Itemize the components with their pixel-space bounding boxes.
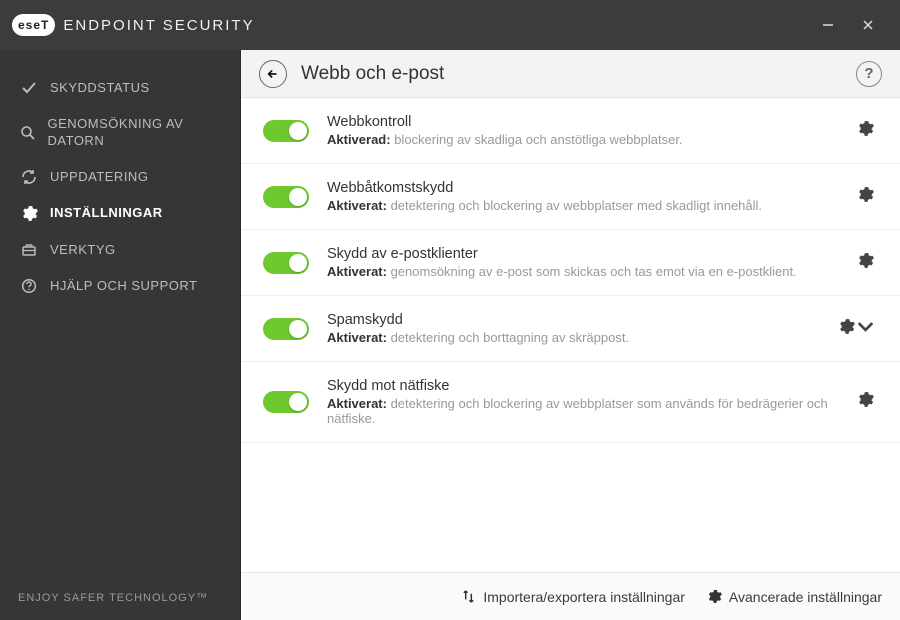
minimize-button[interactable]: [808, 10, 848, 40]
brand-badge: eseT: [12, 14, 55, 36]
sidebar-item-label: HJÄLP OCH SUPPORT: [50, 278, 197, 294]
sidebar-item-label: GENOMSÖKNING AV DATORN: [48, 116, 222, 149]
toggle-switch[interactable]: [263, 120, 309, 142]
minimize-icon: [822, 19, 834, 31]
page-title: Webb och e-post: [301, 63, 444, 85]
sidebar-item-settings[interactable]: INSTÄLLNINGAR: [0, 195, 240, 232]
sidebar-item-label: VERKTYG: [50, 242, 116, 258]
setting-row: Webbåtkomstskydd Aktiverat: detektering o…: [241, 164, 900, 230]
toggle-switch[interactable]: [263, 391, 309, 413]
setting-title: Skydd av e-postklienter: [327, 246, 835, 262]
close-icon: [862, 19, 874, 31]
sidebar-item-help[interactable]: HJÄLP OCH SUPPORT: [0, 268, 240, 304]
back-button[interactable]: [259, 60, 287, 88]
gear-icon: [18, 205, 40, 222]
setting-gear-button[interactable]: [853, 248, 878, 278]
check-icon: [18, 80, 40, 96]
setting-gear-button[interactable]: [853, 116, 878, 146]
toggle-switch[interactable]: [263, 186, 309, 208]
tagline: ENJOY SAFER TECHNOLOGY™: [0, 576, 240, 620]
setting-text: Spamskydd Aktiverat: detektering och bort…: [327, 312, 816, 345]
setting-text: Webbkontroll Aktiverad: blockering av ska…: [327, 114, 835, 147]
main: Webb och e-post ? Webbkontroll Aktiverad:…: [240, 50, 900, 620]
gear-icon: [838, 318, 855, 340]
setting-title: Skydd mot nätfiske: [327, 378, 835, 394]
setting-title: Spamskydd: [327, 312, 816, 328]
advanced-settings-link[interactable]: Avancerade inställningar: [707, 589, 882, 605]
setting-desc: Aktiverat: detektering och blockering av…: [327, 396, 835, 426]
toggle-switch[interactable]: [263, 252, 309, 274]
refresh-icon: [18, 169, 40, 185]
brand-product: ENDPOINT SECURITY: [63, 17, 254, 34]
setting-row: Skydd av e-postklienter Aktiverat: genoms…: [241, 230, 900, 296]
setting-gear-button[interactable]: [853, 182, 878, 212]
setting-desc: Aktiverat: detektering och blockering av…: [327, 198, 835, 213]
setting-text: Skydd mot nätfiske Aktiverat: detektering…: [327, 378, 835, 426]
setting-desc: Aktiverad: blockering av skadliga och an…: [327, 132, 835, 147]
setting-gear-button[interactable]: [853, 387, 878, 417]
sidebar-item-computer-scan[interactable]: GENOMSÖKNING AV DATORN: [0, 106, 240, 159]
settings-list: Webbkontroll Aktiverad: blockering av ska…: [241, 98, 900, 572]
sidebar-item-protection-status[interactable]: SKYDDSTATUS: [0, 70, 240, 106]
sidebar-item-label: INSTÄLLNINGAR: [50, 205, 163, 221]
setting-text: Skydd av e-postklienter Aktiverat: genoms…: [327, 246, 835, 279]
gear-icon: [857, 120, 874, 142]
setting-text: Webbåtkomstskydd Aktiverat: detektering o…: [327, 180, 835, 213]
setting-gear-button[interactable]: [834, 314, 878, 344]
help-icon: [18, 278, 40, 294]
nav: SKYDDSTATUS GENOMSÖKNING AV DATORN UPPDA…: [0, 50, 240, 576]
gear-icon: [707, 589, 722, 604]
setting-title: Webbkontroll: [327, 114, 835, 130]
setting-desc: Aktiverat: genomsökning av e-post som sk…: [327, 264, 835, 279]
import-export-link[interactable]: Importera/exportera inställningar: [461, 589, 685, 605]
sidebar-item-label: SKYDDSTATUS: [50, 80, 150, 96]
brand: eseT ENDPOINT SECURITY: [12, 14, 255, 36]
import-export-icon: [461, 589, 476, 604]
footer: Importera/exportera inställningar Avance…: [241, 572, 900, 620]
advanced-settings-label: Avancerade inställningar: [729, 589, 882, 605]
gear-icon: [857, 391, 874, 413]
gear-icon: [857, 252, 874, 274]
toolbox-icon: [18, 242, 40, 258]
toggle-switch[interactable]: [263, 318, 309, 340]
sidebar: SKYDDSTATUS GENOMSÖKNING AV DATORN UPPDA…: [0, 50, 240, 620]
setting-title: Webbåtkomstskydd: [327, 180, 835, 196]
titlebar: eseT ENDPOINT SECURITY: [0, 0, 900, 50]
sidebar-item-update[interactable]: UPPDATERING: [0, 159, 240, 195]
help-button[interactable]: ?: [856, 61, 882, 87]
import-export-label: Importera/exportera inställningar: [483, 589, 685, 605]
setting-row: Spamskydd Aktiverat: detektering och bort…: [241, 296, 900, 362]
gear-icon: [857, 186, 874, 208]
main-header: Webb och e-post ?: [241, 50, 900, 98]
chevron-down-icon: [857, 318, 874, 340]
setting-row: Skydd mot nätfiske Aktiverat: detektering…: [241, 362, 900, 443]
setting-desc: Aktiverat: detektering och borttagning a…: [327, 330, 816, 345]
setting-row: Webbkontroll Aktiverad: blockering av ska…: [241, 98, 900, 164]
arrow-left-icon: [266, 67, 280, 81]
sidebar-item-label: UPPDATERING: [50, 169, 148, 185]
search-icon: [18, 125, 38, 141]
close-button[interactable]: [848, 10, 888, 40]
sidebar-item-tools[interactable]: VERKTYG: [0, 232, 240, 268]
